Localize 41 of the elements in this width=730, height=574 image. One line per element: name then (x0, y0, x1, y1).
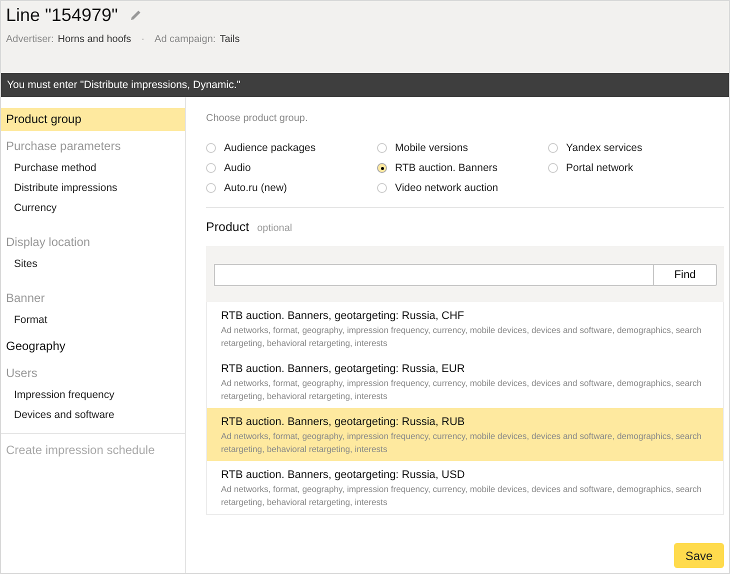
sidebar-item[interactable]: Geography (1, 335, 185, 358)
sidebar-item[interactable]: Format (1, 310, 185, 330)
edit-icon[interactable] (130, 9, 142, 21)
product-name: RTB auction. Banners, geotargeting: Russia, RUB (221, 415, 466, 429)
sidebar-item[interactable]: Distribute impressions (1, 178, 185, 198)
meta-value: Horns and hoofs (58, 34, 132, 45)
sidebar-item[interactable]: Sites (1, 254, 185, 274)
sidebar-item[interactable]: Impression frequency (1, 385, 185, 405)
find-button[interactable]: Find (653, 264, 717, 286)
product-name: RTB auction. Banners, geotargeting: Russia, CHF (221, 309, 466, 323)
radio-option[interactable]: Mobile versions (377, 138, 548, 158)
product-description: Ad networks, format, geography, impression frequency, currency, mobile devices, devices and software, demographics, search retargeting, behavioral retargeting, interests (221, 483, 703, 509)
product-name: RTB auction. Banners, geotargeting: Russia, USD (221, 468, 466, 482)
sidebar-item[interactable]: Product group (1, 108, 185, 131)
alert-message: You must enter "Distribute impressions, Dynamic." (1, 73, 729, 97)
radio-option[interactable]: Video network auction (377, 178, 548, 198)
meta-label: Advertiser: (6, 34, 54, 45)
hint-text: Choose product group. (206, 113, 309, 124)
radio-option[interactable]: Audience packages (206, 138, 377, 158)
sidebar-item: Create impression schedule (5, 442, 156, 459)
product-description: Ad networks, format, geography, impression frequency, currency, mobile devices, devices and software, demographics, search retargeting, behavioral retargeting, interests (221, 430, 703, 456)
search-field[interactable] (214, 264, 653, 286)
sidebar-item[interactable]: Currency (1, 198, 185, 218)
radio-option[interactable]: Audio (206, 158, 377, 178)
radio-option[interactable]: Yandex services (548, 138, 724, 158)
separator-dot: · (141, 34, 145, 45)
sidebar-item[interactable]: Devices and software (1, 405, 185, 425)
section-title: Product (206, 220, 250, 234)
meta-value: Tails (220, 34, 240, 45)
radio-option[interactable]: Portal network (548, 158, 724, 178)
save-button[interactable]: Save (674, 543, 724, 568)
optional-label: optional (257, 223, 292, 234)
sidebar-item[interactable]: Purchase method (1, 158, 185, 178)
meta-label: Ad campaign: (154, 34, 216, 45)
product-description: Ad networks, format, geography, impression frequency, currency, mobile devices, devices and software, demographics, search retargeting, behavioral retargeting, interests (221, 324, 703, 350)
product-name: RTB auction. Banners, geotargeting: Russia, EUR (221, 362, 466, 376)
radio-option[interactable]: RTB auction. Banners (377, 158, 548, 178)
product-description: Ad networks, format, geography, impression frequency, currency, mobile devices, devices and software, demographics, search retargeting, behavioral retargeting, interests (221, 377, 703, 403)
page-title: Line "154979" (6, 4, 118, 27)
radio-option[interactable]: Auto.ru (new) (206, 178, 377, 198)
product-item[interactable] (207, 408, 723, 461)
